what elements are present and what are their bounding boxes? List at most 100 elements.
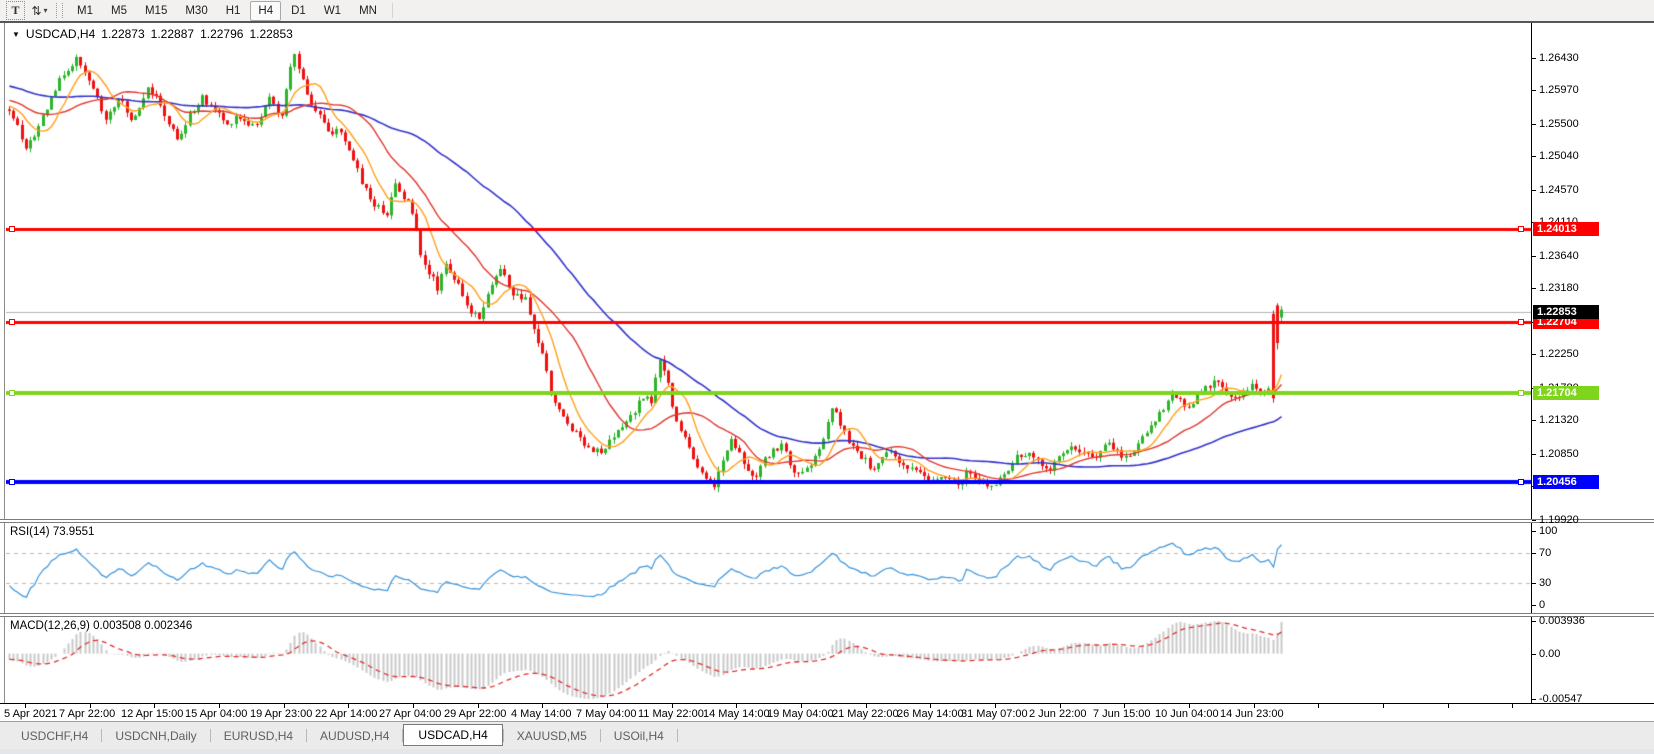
chart-title: ▼USDCAD,H41.228731.228871.227961.22853 — [12, 27, 293, 41]
time-label: 21 May 22:00 — [832, 708, 899, 720]
price-tick-tick — [1532, 354, 1536, 355]
time-tick — [1512, 704, 1513, 708]
time-tick — [1383, 704, 1384, 708]
price-tick-label: 1.22250 — [1539, 348, 1579, 360]
price-tick-tick — [1532, 90, 1536, 91]
price-tick-tick — [1532, 190, 1536, 191]
hline-badge-1.24013: 1.24013 — [1533, 222, 1599, 236]
window-left-border — [4, 23, 5, 703]
hline-handle[interactable] — [1518, 319, 1524, 325]
price-tick-tick — [1532, 454, 1536, 455]
panel-splitter-rsi[interactable] — [0, 519, 1654, 523]
price-open: 1.22873 — [101, 27, 144, 41]
rsi-tick-tick — [1532, 531, 1536, 532]
macd-label: MACD(12,26,9) 0.003508 0.002346 — [10, 620, 192, 632]
tab-separator — [677, 729, 678, 742]
timeframe-button-h4[interactable]: H4 — [250, 1, 281, 21]
rsi-tick-label: 0 — [1539, 599, 1545, 611]
current-price-badge: 1.22853 — [1533, 305, 1599, 319]
text-tool-button[interactable]: T — [6, 1, 25, 20]
time-label: 22 Apr 14:00 — [315, 708, 377, 720]
price-tick-label: 1.25040 — [1539, 150, 1579, 162]
rsi-tick-tick — [1532, 553, 1536, 554]
time-label: 10 Jun 04:00 — [1155, 708, 1219, 720]
panel-splitter-macd[interactable] — [0, 613, 1654, 617]
price-tick-tick — [1532, 288, 1536, 289]
chart-tab-audusd-h4[interactable]: AUDUSD,H4 — [307, 726, 402, 746]
chart-tab-usdcnh-daily[interactable]: USDCNH,Daily — [102, 726, 209, 746]
time-label: 14 May 14:00 — [703, 708, 770, 720]
timeframe-button-m15[interactable]: M15 — [137, 1, 175, 21]
symbol-timeframe-label: USDCAD,H4 — [26, 27, 95, 41]
price-tick-label: 1.26430 — [1539, 52, 1579, 64]
toolbar-grip — [56, 3, 63, 18]
hline-badge-1.21704: 1.21704 — [1533, 386, 1599, 400]
chart-tab-usdchf-h4[interactable]: USDCHF,H4 — [8, 726, 101, 746]
hline-handle[interactable] — [9, 226, 15, 232]
price-tick-tick — [1532, 520, 1536, 521]
chart-tab-usoil-h4[interactable]: USOil,H4 — [601, 726, 677, 746]
timeframe-button-m30[interactable]: M30 — [177, 1, 215, 21]
price-tick-tick — [1532, 58, 1536, 59]
timeframe-button-m5[interactable]: M5 — [103, 1, 135, 21]
time-label: 12 Apr 15:00 — [121, 708, 183, 720]
time-label: 7 May 04:00 — [576, 708, 637, 720]
price-tick-label: 1.25970 — [1539, 84, 1579, 96]
time-tick — [1448, 704, 1449, 708]
macd-tick-label: 0.00 — [1539, 648, 1560, 660]
hline-handle[interactable] — [1518, 479, 1524, 485]
time-axis-border — [0, 703, 1654, 704]
rsi-tick-tick — [1532, 583, 1536, 584]
status-strip — [0, 749, 1654, 754]
chart-tab-usdcad-h4[interactable]: USDCAD,H4 — [403, 724, 502, 746]
timeframe-button-m1[interactable]: M1 — [69, 1, 101, 21]
main-chart-canvas[interactable] — [6, 23, 1531, 519]
hline-handle[interactable] — [1518, 226, 1524, 232]
macd-tick-tick — [1532, 654, 1536, 655]
price-tick-label: 1.25500 — [1539, 118, 1579, 130]
text-tool-icon: T — [11, 3, 19, 18]
time-label: 26 May 14:00 — [897, 708, 964, 720]
time-label: 4 May 14:00 — [511, 708, 572, 720]
time-label: 14 Jun 23:00 — [1220, 708, 1284, 720]
price-tick-label: 1.24570 — [1539, 184, 1579, 196]
price-tick-tick — [1532, 156, 1536, 157]
price-tick-label: 1.20850 — [1539, 448, 1579, 460]
rsi-panel-canvas[interactable] — [6, 523, 1531, 613]
macd-tick-label: 0.003936 — [1539, 615, 1585, 627]
price-low: 1.22796 — [200, 27, 243, 41]
chevron-down-icon: ▾ — [44, 6, 48, 15]
hline-handle[interactable] — [9, 479, 15, 485]
rsi-label: RSI(14) 73.9551 — [10, 526, 94, 538]
toolbar-separator — [392, 3, 393, 18]
macd-tick-label: -0.00547 — [1539, 693, 1582, 705]
price-close: 1.22853 — [249, 27, 292, 41]
arrange-button[interactable]: ⇅ ▾ — [31, 2, 48, 19]
price-tick-label: 1.21320 — [1539, 414, 1579, 426]
hline-handle[interactable] — [9, 390, 15, 396]
mt4-application: T ⇅ ▾ M1M5M15M30H1H4D1W1MN ▼USDCAD,H41.2… — [0, 0, 1654, 754]
price-tick-tick — [1532, 124, 1536, 125]
rsi-tick-label: 70 — [1539, 547, 1551, 559]
price-tick-label: 1.23180 — [1539, 282, 1579, 294]
time-label: 7 Jun 15:00 — [1093, 708, 1151, 720]
macd-panel-canvas[interactable] — [6, 617, 1531, 703]
macd-tick-tick — [1532, 621, 1536, 622]
time-label: 29 Apr 22:00 — [444, 708, 506, 720]
price-tick-tick — [1532, 256, 1536, 257]
chart-tab-eurusd-h4[interactable]: EURUSD,H4 — [211, 726, 306, 746]
chart-tab-bar: USDCHF,H4USDCNH,DailyEURUSD,H4AUDUSD,H4U… — [0, 721, 1654, 749]
price-tick-label: 1.23640 — [1539, 250, 1579, 262]
time-label: 15 Apr 04:00 — [185, 708, 247, 720]
timeframe-button-h1[interactable]: H1 — [218, 1, 249, 21]
rsi-tick-tick — [1532, 605, 1536, 606]
hline-handle[interactable] — [9, 319, 15, 325]
timeframe-button-mn[interactable]: MN — [351, 1, 385, 21]
chart-tab-xauusd-m5[interactable]: XAUUSD,M5 — [504, 726, 600, 746]
hline-handle[interactable] — [1518, 390, 1524, 396]
time-label: 7 Apr 22:00 — [59, 708, 115, 720]
arrange-icon: ⇅ — [31, 4, 41, 18]
time-label: 5 Apr 2021 — [4, 708, 57, 720]
timeframe-button-d1[interactable]: D1 — [283, 1, 314, 21]
timeframe-button-w1[interactable]: W1 — [316, 1, 349, 21]
